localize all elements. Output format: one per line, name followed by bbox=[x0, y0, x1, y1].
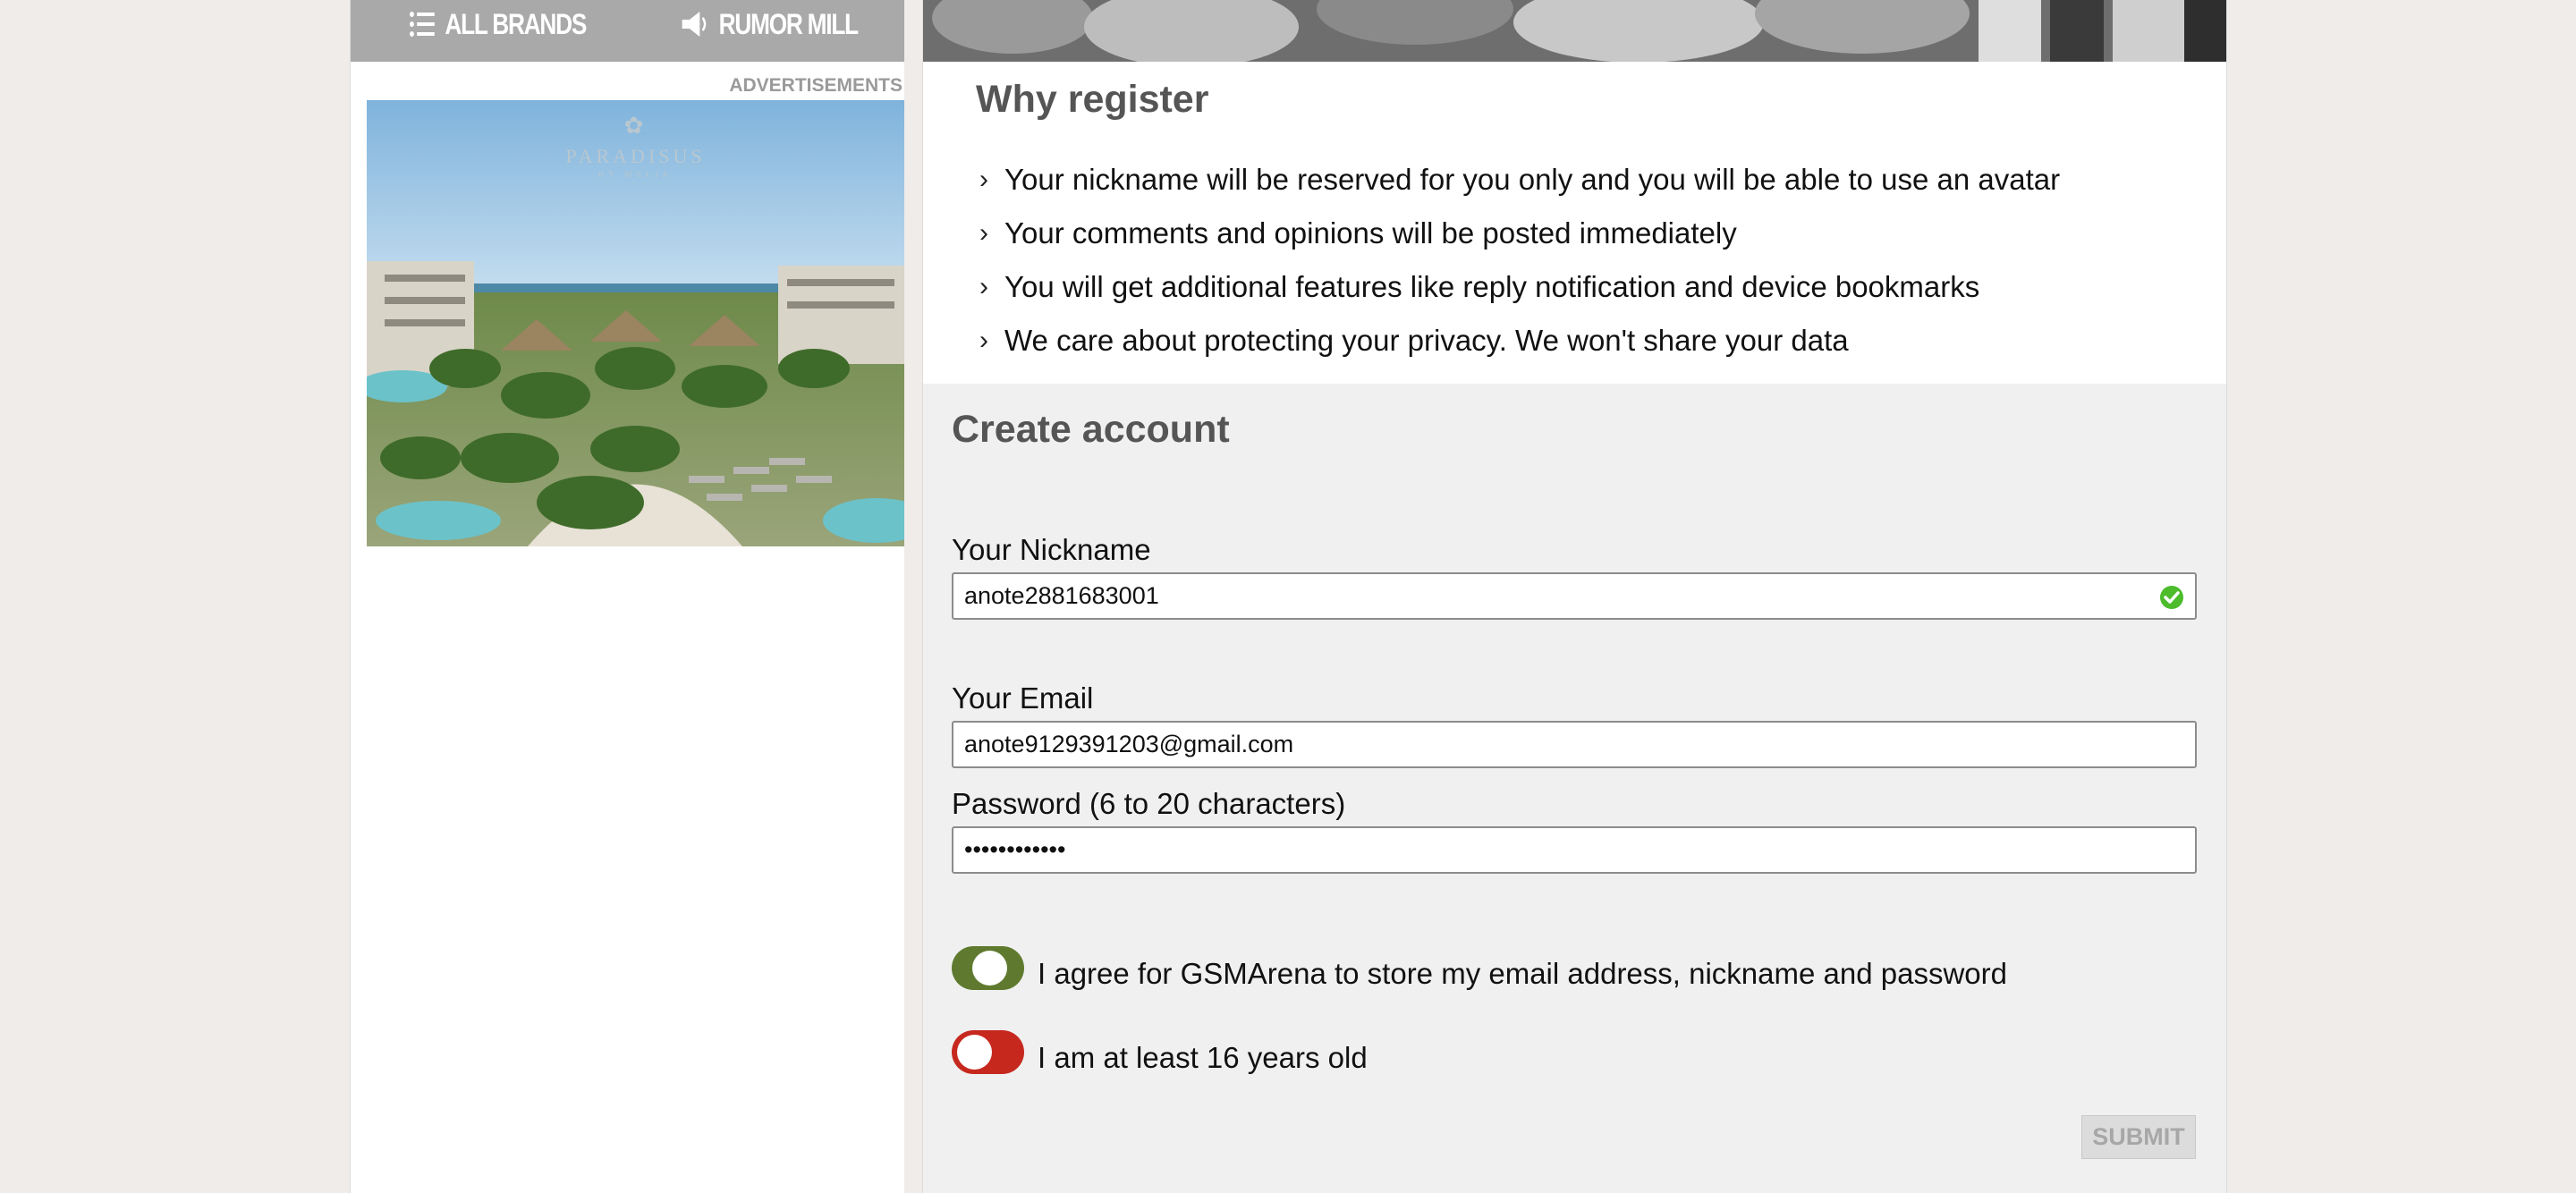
agree-label: I agree for GSMArena to store my email a… bbox=[1038, 957, 2007, 990]
main-content: Why register › Your nickname will be rese… bbox=[922, 0, 2227, 1193]
why-register-title: Why register bbox=[976, 78, 1209, 121]
list-item: › Your nickname will be reserved for you … bbox=[979, 163, 2061, 196]
why-register-section: Why register › Your nickname will be rese… bbox=[923, 62, 2226, 384]
list-item: › You will get additional features like r… bbox=[979, 270, 1980, 303]
create-account-title: Create account bbox=[952, 408, 1230, 451]
submit-button[interactable]: SUBMIT bbox=[2081, 1115, 2196, 1159]
age-toggle[interactable] bbox=[952, 1030, 1024, 1074]
email-value: anote9129391203@gmail.com bbox=[964, 731, 1294, 757]
list-item: › We care about protecting your privacy. … bbox=[979, 324, 1849, 357]
megaphone-icon bbox=[682, 12, 707, 37]
email-field[interactable]: anote9129391203@gmail.com bbox=[952, 721, 2197, 768]
resort-advertisement[interactable]: ✿ PARADISUS BY MELIA bbox=[367, 100, 904, 546]
top-nav-bar: ALL BRANDS RUMOR MILL bbox=[351, 0, 904, 62]
chevron-right-icon: › bbox=[979, 326, 988, 355]
list-icon bbox=[410, 12, 435, 37]
nickname-value: anote2881683001 bbox=[964, 582, 1159, 609]
chevron-right-icon: › bbox=[979, 218, 988, 248]
email-label: Your Email bbox=[952, 681, 1094, 715]
hero-image bbox=[923, 0, 2226, 62]
hero-photo bbox=[923, 0, 2226, 62]
age-label: I am at least 16 years old bbox=[1038, 1041, 1368, 1074]
list-item: › Your comments and opinions will be post… bbox=[979, 216, 1737, 250]
paradisus-logo: ✿ PARADISUS BY MELIA bbox=[367, 113, 904, 179]
left-sidebar: ALL BRANDS RUMOR MILL ADVERTISEMENTS ✿ P… bbox=[350, 0, 904, 1193]
why-register-list: › Your nickname will be reserved for you … bbox=[979, 153, 2060, 368]
toggle-knob bbox=[972, 951, 1007, 986]
nickname-field[interactable]: anote2881683001 bbox=[952, 572, 2197, 620]
nickname-label: Your Nickname bbox=[952, 533, 1151, 566]
password-value: •••••••••••• bbox=[964, 836, 1066, 863]
toggle-knob bbox=[957, 1035, 992, 1070]
chevron-right-icon: › bbox=[979, 272, 988, 301]
rumor-mill-link[interactable]: RUMOR MILL bbox=[681, 0, 860, 48]
password-label: Password (6 to 20 characters) bbox=[952, 787, 1346, 820]
paradisus-logo-text: PARADISUS bbox=[565, 145, 706, 167]
password-field[interactable]: •••••••••••• bbox=[952, 826, 2197, 874]
paradisus-logo-sub: BY MELIA bbox=[598, 170, 673, 179]
rumor-mill-label: RUMOR MILL bbox=[718, 7, 860, 40]
advertisements-label: ADVERTISEMENTS bbox=[729, 75, 902, 96]
check-circle-icon bbox=[2160, 586, 2183, 609]
agree-toggle[interactable] bbox=[952, 946, 1024, 990]
chevron-right-icon: › bbox=[979, 165, 988, 194]
all-brands-link[interactable]: ALL BRANDS bbox=[410, 0, 587, 48]
all-brands-label: ALL BRANDS bbox=[445, 7, 587, 40]
